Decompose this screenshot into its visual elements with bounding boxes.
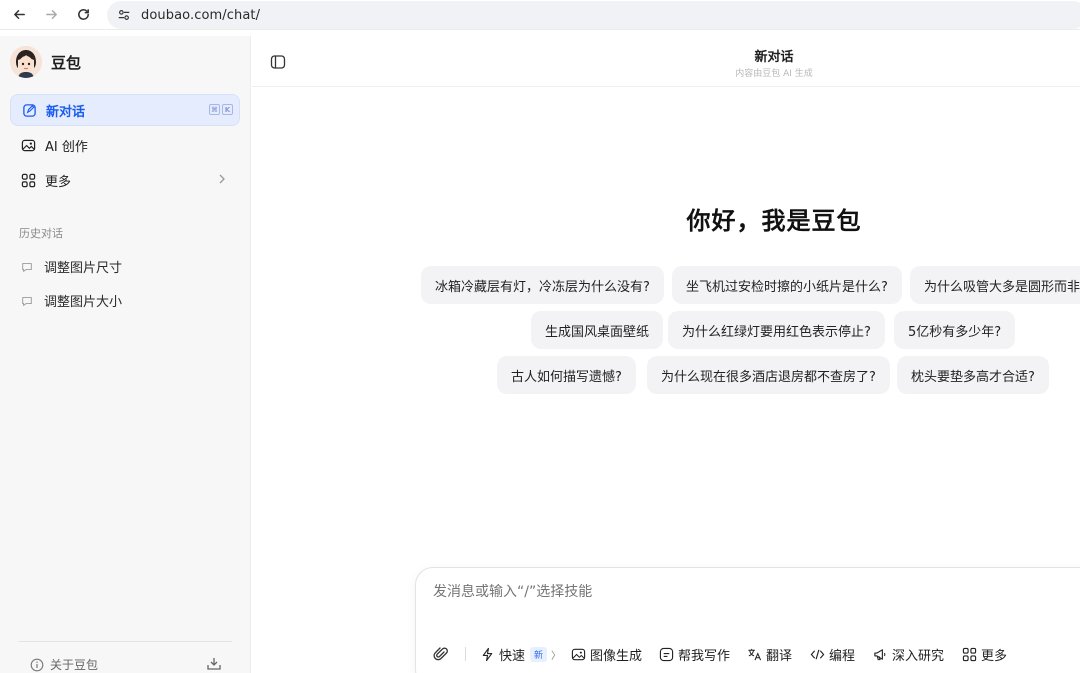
suggestion-chip[interactable]: 为什么红绿灯要用红色表示停止? [668, 311, 885, 349]
shortcut-key: ⌘ [209, 104, 220, 115]
history-item-label: 调整图片大小 [44, 295, 123, 310]
tool-label: 更多 [981, 648, 1008, 664]
tool-label: 翻译 [766, 648, 793, 664]
url-text[interactable]: doubao.com/chat/ [141, 8, 260, 23]
chat-bubble-icon [20, 294, 34, 308]
page-subtitle: 内容由豆包 AI 生成 [735, 69, 813, 79]
edit-icon [21, 102, 37, 118]
write-icon [659, 647, 674, 661]
about-label: 关于豆包 [50, 658, 99, 672]
message-input[interactable] [433, 584, 1033, 600]
brand-name: 豆包 [51, 53, 82, 72]
arrow-left-icon [13, 10, 25, 19]
sidebar-item-label: 更多 [45, 174, 72, 190]
tool-quick[interactable]: 快速 新 〉 [480, 644, 561, 664]
message-composer: 快速 新 〉 图像生成 帮我写作 翻译 编程 深入研究 更多 [415, 567, 1080, 673]
browser-toolbar: doubao.com/chat/ [0, 0, 1080, 30]
shortcut-key: K [222, 104, 233, 115]
about-link[interactable]: 关于豆包 [30, 656, 98, 673]
toolbar-divider [465, 647, 466, 661]
tool-more[interactable]: 更多 [962, 644, 1007, 664]
tool-image-generation[interactable]: 图像生成 [571, 644, 642, 664]
header-divider [252, 86, 1080, 87]
code-icon [810, 649, 825, 659]
forward-button[interactable] [40, 4, 62, 26]
new-badge: 新 [530, 646, 548, 662]
tool-label: 编程 [829, 648, 856, 664]
megaphone-icon [874, 648, 886, 660]
sidebar-item-label: 新对话 [46, 104, 86, 120]
arrow-right-icon [45, 10, 57, 19]
history-section-title: 历史对话 [19, 227, 63, 240]
suggestion-chip[interactable]: 坐飞机过安检时擦的小纸片是什么? [672, 266, 902, 304]
sidebar-item-ai-create[interactable]: AI 创作 [10, 129, 240, 161]
reload-button[interactable] [72, 4, 94, 26]
download-icon[interactable] [206, 656, 222, 672]
suggestion-chip[interactable]: 5亿秒有多少年? [894, 311, 1016, 349]
paperclip-icon[interactable] [433, 646, 449, 662]
history-item-label: 调整图片尺寸 [44, 261, 123, 276]
back-button[interactable] [8, 4, 30, 26]
greeting-heading: 你好，我是豆包 [686, 207, 862, 235]
sidebar: 豆包 新对话 ⌘ K AI 创作 更多 历史对话 调整图片尺寸 调整图片大小 关… [0, 36, 251, 673]
tool-label: 深入研究 [892, 648, 945, 664]
sidebar-item-label: AI 创作 [45, 139, 88, 155]
suggestion-chip[interactable]: 为什么吸管大多是圆形而非方 [910, 266, 1080, 304]
sidebar-item-more[interactable]: 更多 [10, 164, 240, 196]
page-title: 新对话 [754, 50, 794, 65]
info-icon [30, 658, 44, 671]
site-settings-icon[interactable] [115, 6, 133, 24]
sidebar-item-new-chat[interactable]: 新对话 ⌘ K [10, 94, 240, 126]
grid-icon [962, 647, 977, 661]
main-content: 新对话 内容由豆包 AI 生成 你好，我是豆包 冰箱冷藏层有灯，冷冻层为什么没有… [252, 36, 1080, 673]
tool-label: 快速 [499, 648, 526, 664]
suggestion-chip[interactable]: 生成国风桌面壁纸 [531, 311, 664, 349]
suggestion-chip[interactable]: 古人如何描写遗憾? [497, 356, 636, 394]
suggestion-chip[interactable]: 冰箱冷藏层有灯，冷冻层为什么没有? [421, 266, 664, 304]
image-icon [20, 137, 36, 153]
brand[interactable]: 豆包 [10, 46, 81, 78]
suggestion-chip[interactable]: 枕头要垫多高才合适? [897, 356, 1049, 394]
grid-icon [20, 172, 36, 188]
tool-coding[interactable]: 编程 [810, 644, 855, 664]
shortcut-hint: ⌘ K [209, 104, 233, 115]
tool-writing[interactable]: 帮我写作 [659, 644, 730, 664]
chat-bubble-icon [20, 260, 34, 274]
tool-translate[interactable]: 翻译 [747, 644, 792, 664]
sidebar-divider [18, 641, 232, 642]
bolt-icon [482, 647, 493, 661]
chevron-right-icon [219, 174, 225, 184]
history-item[interactable]: 调整图片大小 [20, 291, 122, 310]
tool-label: 图像生成 [590, 648, 643, 664]
image-icon [571, 648, 586, 660]
chevron-right-icon: 〉 [551, 650, 562, 662]
suggestion-chip[interactable]: 为什么现在很多酒店退房都不查房了? [647, 356, 890, 394]
reload-icon [77, 9, 89, 20]
tool-label: 帮我写作 [678, 648, 731, 664]
address-bar[interactable]: doubao.com/chat/ [107, 1, 1080, 29]
avatar [10, 46, 42, 78]
translate-icon [748, 648, 762, 660]
history-item[interactable]: 调整图片尺寸 [20, 257, 122, 276]
tool-deep-research[interactable]: 深入研究 [873, 644, 944, 664]
